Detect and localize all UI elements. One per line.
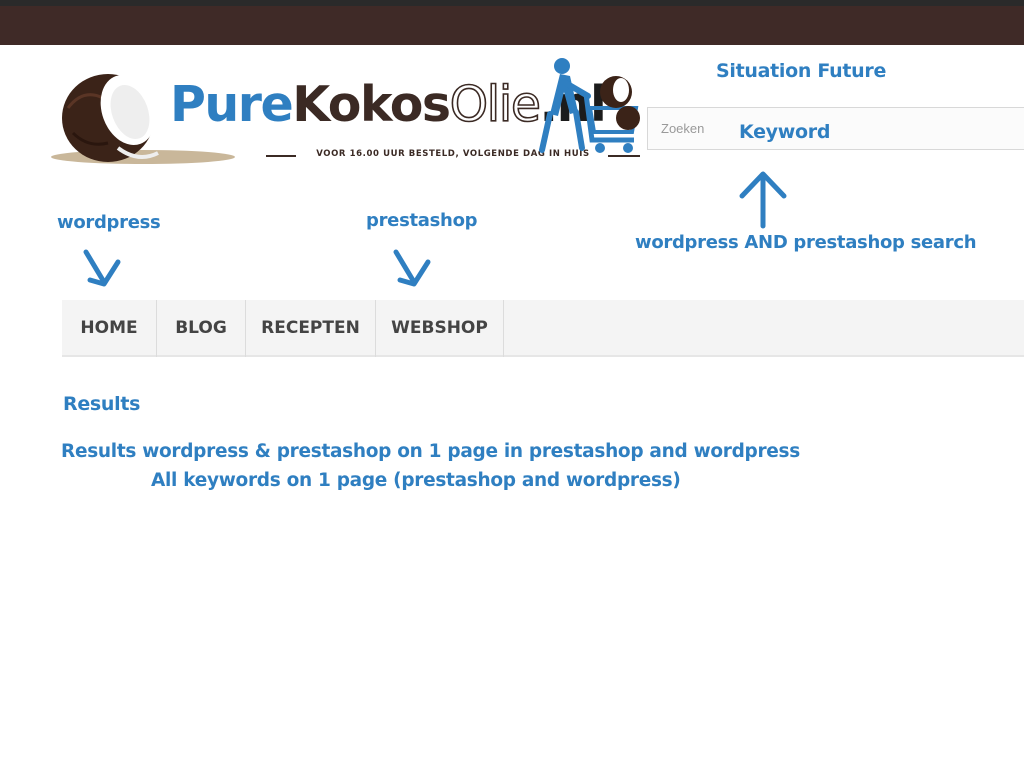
logo-part-olie: Olie [449, 76, 542, 133]
annotation-keyword: Keyword [739, 121, 831, 143]
annotation-prestashop: prestashop [366, 210, 478, 231]
logo-part-pure: Pure [170, 76, 294, 133]
nav-item-recepten[interactable]: RECEPTEN [246, 300, 376, 357]
main-nav: HOME BLOG RECEPTEN WEBSHOP [62, 300, 1024, 357]
annotation-situation-future: Situation Future [716, 60, 887, 82]
site-logo[interactable]: PureKokosOlie.nl VOOR 16.00 UUR BESTELD,… [48, 52, 642, 170]
arrow-down-right-icon [393, 249, 431, 287]
nav-item-blog[interactable]: BLOG [157, 300, 246, 357]
nav-item-webshop[interactable]: WEBSHOP [376, 300, 504, 357]
arrow-down-right-icon [83, 249, 121, 287]
annotation-wordpress: wordpress [57, 212, 161, 233]
shopping-cart-mascot-icon [539, 58, 640, 153]
annotation-results-line-2: All keywords on 1 page (prestashop and w… [151, 470, 681, 491]
top-bar [0, 6, 1024, 45]
annotation-results-title: Results [63, 393, 141, 415]
logo-part-kokos: Kokos [292, 76, 451, 133]
annotation-search-note: wordpress AND prestashop search [635, 232, 977, 253]
search-placeholder: Zoeken [661, 121, 705, 136]
annotation-results-line-1: Results wordpress & prestashop on 1 page… [61, 441, 800, 462]
nav-item-home[interactable]: HOME [62, 300, 157, 357]
arrow-up-icon [739, 171, 787, 229]
